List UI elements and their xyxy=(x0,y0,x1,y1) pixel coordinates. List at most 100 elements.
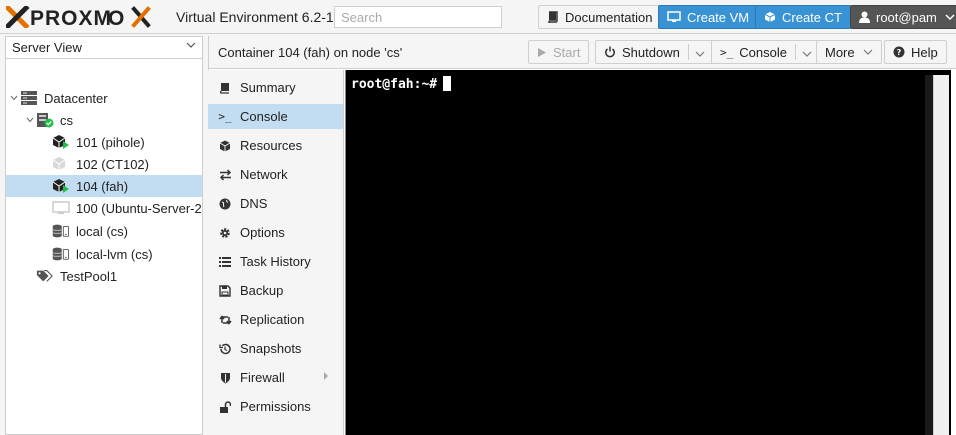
tree-item-storage-local-lvm[interactable]: local-lvm (cs) xyxy=(6,243,202,265)
cube-icon xyxy=(764,11,776,23)
terminal-icon: >_ xyxy=(720,45,734,59)
view-select[interactable]: Server View xyxy=(6,37,202,59)
tree-item-vm-100[interactable]: 100 (Ubuntu-Server-20 xyxy=(6,197,202,219)
version-label: Virtual Environment 6.2-10 xyxy=(176,9,342,25)
desktop-icon xyxy=(667,11,681,23)
shutdown-label: Shutdown xyxy=(622,44,680,60)
menu-item-firewall[interactable]: Firewall xyxy=(208,365,343,390)
tree-item-label: cs xyxy=(60,112,73,128)
menu-item-dns[interactable]: DNS xyxy=(208,191,343,216)
menu-item-label: Network xyxy=(240,167,288,182)
retweet-icon xyxy=(218,314,232,326)
menu-item-label: Snapshots xyxy=(240,341,302,356)
menu-item-label: Task History xyxy=(240,254,311,269)
terminal-prompt-line: root@fah:~# xyxy=(351,76,452,92)
container-side-menu: Summary >_ Console Resources Network DNS… xyxy=(208,70,344,435)
vm-stopped-icon xyxy=(52,200,70,216)
terminal-scrollbar[interactable] xyxy=(933,75,949,435)
terminal-gutter xyxy=(925,75,933,435)
terminal-cursor xyxy=(443,76,452,91)
tree-item-ct-101[interactable]: 101 (pihole) xyxy=(6,131,202,153)
tree-item-label: local (cs) xyxy=(76,223,129,239)
proxmox-logo-icon: PROXM O xyxy=(6,6,151,28)
svg-text:?: ? xyxy=(897,48,902,57)
proxmox-logo[interactable]: PROXM O xyxy=(6,6,174,28)
tree-item-label: TestPool1 xyxy=(60,268,118,284)
chevron-down-icon[interactable] xyxy=(24,115,36,125)
tree-item-ct-104[interactable]: 104 (fah) xyxy=(6,175,202,197)
tree-item-label: local-lvm (cs) xyxy=(76,246,153,262)
chevron-down-icon[interactable] xyxy=(802,45,812,60)
tree-item-label: 102 (CT102) xyxy=(76,156,149,172)
book-icon xyxy=(218,82,232,94)
list-icon xyxy=(218,256,232,268)
search-input[interactable] xyxy=(334,6,502,28)
power-off-icon xyxy=(604,46,616,58)
documentation-button[interactable]: Documentation xyxy=(538,5,662,29)
chevron-down-icon[interactable] xyxy=(8,93,20,103)
menu-item-replication[interactable]: Replication xyxy=(208,307,343,332)
create-vm-label: Create VM xyxy=(687,9,750,25)
help-button[interactable]: ? Help xyxy=(884,40,947,64)
shield-icon xyxy=(218,372,232,384)
split-divider xyxy=(687,44,689,60)
start-button[interactable]: Start xyxy=(528,40,590,64)
container-stopped-icon xyxy=(52,156,70,172)
unlock-icon xyxy=(218,400,232,413)
menu-item-task-history[interactable]: Task History xyxy=(208,249,343,274)
tree-item-datacenter[interactable]: Datacenter xyxy=(6,87,202,109)
terminal-console[interactable]: root@fah:~# xyxy=(345,70,951,435)
gear-icon xyxy=(218,227,232,239)
menu-item-backup[interactable]: Backup xyxy=(208,278,343,303)
tree-item-label: 104 (fah) xyxy=(76,178,129,194)
view-select-value: Server View xyxy=(12,40,82,55)
more-button[interactable]: More xyxy=(816,40,882,64)
menu-item-label: DNS xyxy=(240,196,268,211)
user-label: root@pam xyxy=(876,9,937,25)
floppy-icon xyxy=(218,284,232,297)
menu-item-resources[interactable]: Resources xyxy=(208,133,343,158)
page-title: Container 104 (fah) on node 'cs' xyxy=(218,45,403,60)
storage-icon xyxy=(52,246,70,262)
terminal-icon: >_ xyxy=(218,110,232,123)
user-menu-button[interactable]: root@pam xyxy=(850,5,956,29)
shutdown-button[interactable]: Shutdown xyxy=(595,40,714,64)
menu-item-permissions[interactable]: Permissions xyxy=(208,394,343,419)
menu-item-console[interactable]: >_ Console xyxy=(208,104,343,129)
datacenter-icon xyxy=(20,90,38,106)
menu-item-snapshots[interactable]: Snapshots xyxy=(208,336,343,361)
console-label: Console xyxy=(739,44,787,60)
create-vm-button[interactable]: Create VM xyxy=(658,5,759,29)
menu-item-options[interactable]: Options xyxy=(208,220,343,245)
menu-item-label: Options xyxy=(240,225,285,240)
tree-item-label: Datacenter xyxy=(44,90,108,106)
tree-item-storage-local[interactable]: local (cs) xyxy=(6,220,202,242)
tree-item-label: 100 (Ubuntu-Server-20 xyxy=(76,200,202,216)
menu-item-label: Console xyxy=(240,109,288,124)
create-ct-label: Create CT xyxy=(782,9,842,25)
console-button[interactable]: >_ Console xyxy=(711,40,821,64)
menu-item-network[interactable]: Network xyxy=(208,162,343,187)
user-icon xyxy=(859,11,870,23)
globe-icon xyxy=(218,198,232,210)
tree-item-label: 101 (pihole) xyxy=(76,134,145,150)
tree-item-ct-102[interactable]: 102 (CT102) xyxy=(6,153,202,175)
top-bar: PROXM O Virtual Environment 6.2-10 Docum… xyxy=(0,0,956,34)
chevron-down-icon xyxy=(863,49,873,55)
tree-item-node-cs[interactable]: cs xyxy=(6,109,202,131)
container-running-icon xyxy=(52,134,70,150)
menu-item-label: Summary xyxy=(240,80,296,95)
split-divider xyxy=(794,44,796,60)
chevron-down-icon xyxy=(945,12,955,23)
menu-item-label: Permissions xyxy=(240,399,311,414)
content-header: Container 104 (fah) on node 'cs' Start S… xyxy=(209,36,956,69)
menu-item-summary[interactable]: Summary xyxy=(208,75,343,100)
chevron-right-icon[interactable] xyxy=(323,371,329,384)
resource-tree-panel: Server View Datacenter cs 101 (pihole) 1… xyxy=(5,36,203,435)
history-icon xyxy=(218,343,232,355)
tree-item-pool-testpool1[interactable]: TestPool1 xyxy=(6,265,202,287)
book-icon xyxy=(547,11,559,23)
create-ct-button[interactable]: Create CT xyxy=(755,5,851,29)
svg-text:O: O xyxy=(108,7,124,28)
chevron-down-icon[interactable] xyxy=(695,45,705,60)
